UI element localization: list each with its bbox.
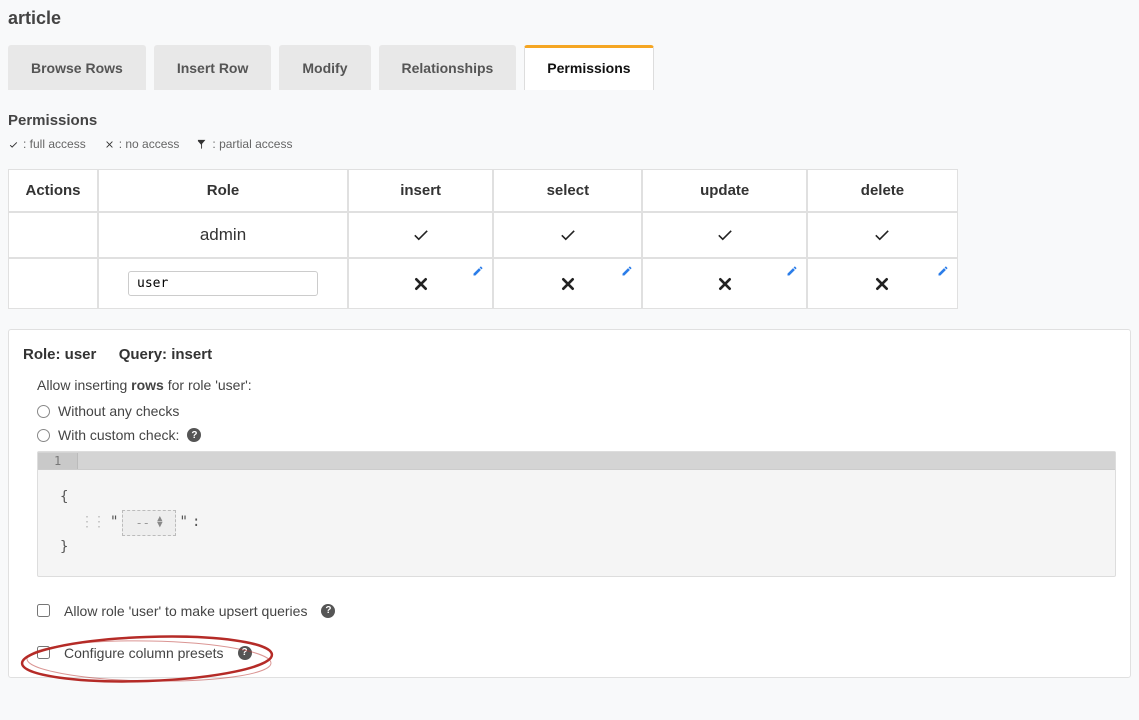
tab-insert-row[interactable]: Insert Row — [154, 45, 272, 90]
legend-full-text: : full access — [23, 137, 86, 151]
col-update: update — [642, 169, 806, 212]
colon: : — [192, 511, 200, 535]
admin-select-cell[interactable] — [493, 212, 642, 258]
role-label: Role: — [23, 346, 65, 363]
custom-check-editor[interactable]: 1 { ⋮⋮ " -- ▲▼ " : } — [37, 451, 1116, 577]
role-admin-cell: admin — [98, 212, 348, 258]
help-icon[interactable]: ? — [321, 604, 335, 618]
admin-delete-cell[interactable] — [807, 212, 958, 258]
col-delete: delete — [807, 169, 958, 212]
panel-title: Role: user Query: insert — [23, 346, 1116, 363]
role-user-cell — [98, 258, 348, 309]
tab-modify[interactable]: Modify — [279, 45, 370, 90]
radio-without-checks-label: Without any checks — [58, 403, 179, 419]
upsert-label: Allow role 'user' to make upsert queries — [64, 603, 307, 619]
pencil-icon[interactable] — [786, 265, 798, 280]
col-insert: insert — [348, 169, 493, 212]
cross-icon — [104, 139, 115, 150]
tab-permissions[interactable]: Permissions — [524, 45, 653, 90]
user-select-cell[interactable] — [493, 258, 642, 309]
brace-close: } — [60, 536, 1093, 560]
presets-label: Configure column presets — [64, 645, 224, 661]
presets-checkbox[interactable] — [37, 646, 50, 659]
col-actions: Actions — [8, 169, 98, 212]
check-icon — [716, 226, 734, 244]
user-delete-cell[interactable] — [807, 258, 958, 309]
check-icon — [8, 139, 19, 150]
presets-checkbox-row[interactable]: Configure column presets ? — [37, 645, 1116, 661]
table-row-user — [8, 258, 958, 309]
editor-gutter: 1 — [38, 452, 1115, 470]
permissions-legend: : full access : no access : partial acce… — [8, 137, 1131, 151]
check-icon — [412, 226, 430, 244]
cross-icon — [560, 276, 576, 292]
cross-icon — [413, 276, 429, 292]
tab-browse-rows[interactable]: Browse Rows — [8, 45, 146, 90]
editor-body[interactable]: { ⋮⋮ " -- ▲▼ " : } — [38, 470, 1115, 576]
tabs-bar: Browse Rows Insert Row Modify Relationsh… — [8, 45, 1131, 90]
upsert-checkbox-row[interactable]: Allow role 'user' to make upsert queries… — [37, 603, 1116, 619]
role-name-input[interactable] — [128, 271, 318, 296]
sort-arrows-icon: ▲▼ — [157, 517, 162, 528]
quote-open: " — [110, 511, 118, 535]
help-icon[interactable]: ? — [238, 646, 252, 660]
pencil-icon[interactable] — [621, 265, 633, 280]
table-row-admin: admin — [8, 212, 958, 258]
admin-update-cell[interactable] — [642, 212, 806, 258]
radio-without-checks-input[interactable] — [37, 405, 50, 418]
col-select: select — [493, 169, 642, 212]
brace-open: { — [60, 486, 1093, 510]
line-number: 1 — [38, 453, 78, 469]
radio-custom-check-label: With custom check: — [58, 427, 179, 443]
role-value: user — [65, 346, 97, 363]
help-icon[interactable]: ? — [187, 428, 201, 442]
legend-partial-text: : partial access — [212, 137, 292, 151]
legend-none-text: : no access — [119, 137, 180, 151]
user-insert-cell[interactable] — [348, 258, 493, 309]
query-value: insert — [171, 346, 212, 363]
permission-editor-panel: Role: user Query: insert Allow inserting… — [8, 329, 1131, 678]
tab-relationships[interactable]: Relationships — [379, 45, 517, 90]
cross-icon — [874, 276, 890, 292]
radio-custom-check-input[interactable] — [37, 429, 50, 442]
allow-inserting-text: Allow inserting rows for role 'user': — [37, 377, 1116, 393]
permissions-heading: Permissions — [8, 112, 1131, 129]
check-icon — [559, 226, 577, 244]
quote-close: " — [180, 511, 188, 535]
column-selector[interactable]: -- ▲▼ — [122, 510, 175, 536]
pencil-icon[interactable] — [472, 265, 484, 280]
radio-without-checks[interactable]: Without any checks — [37, 403, 1116, 419]
upsert-checkbox[interactable] — [37, 604, 50, 617]
permissions-table: Actions Role insert select update delete… — [8, 169, 958, 309]
page-title: article — [8, 8, 1131, 29]
user-update-cell[interactable] — [642, 258, 806, 309]
query-label: Query: — [119, 346, 172, 363]
admin-insert-cell[interactable] — [348, 212, 493, 258]
col-role: Role — [98, 169, 348, 212]
radio-custom-check[interactable]: With custom check: ? — [37, 427, 1116, 443]
filter-icon — [197, 139, 208, 150]
drag-handle-icon[interactable]: ⋮⋮ — [80, 511, 104, 535]
check-icon — [873, 226, 891, 244]
cross-icon — [717, 276, 733, 292]
pencil-icon[interactable] — [937, 265, 949, 280]
